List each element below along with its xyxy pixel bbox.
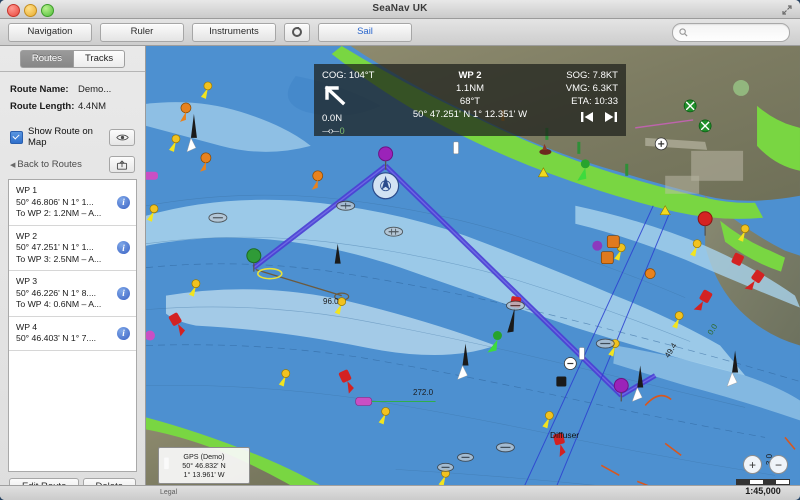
zoom-button[interactable] (41, 4, 54, 17)
list-item[interactable]: WP 3 50° 46.226' N 1° 8.... To WP 4: 0.6… (9, 271, 136, 317)
hud-bearing: 68°T (459, 96, 481, 107)
waypoint-position: 50° 47.251' N 1° 1... (16, 242, 94, 252)
share-button[interactable] (109, 156, 135, 173)
status-bar (0, 485, 800, 500)
hud-speed-panel: SOG: 7.8KT VMG: 6.3KT ETA: 10:33 (535, 64, 626, 136)
navigation-button[interactable]: Navigation (8, 22, 92, 42)
title-bar: SeaNav UK (0, 0, 800, 19)
route-length-label: Route Length: (10, 101, 75, 112)
instruments-button[interactable]: Instruments (192, 22, 276, 42)
tide-arrows-icon: ⤙⤚0 (322, 125, 345, 137)
hud-tide-value: 0 (339, 126, 345, 136)
course-arrow-icon (322, 83, 397, 110)
skip-next-icon[interactable] (604, 111, 618, 126)
hud-drift: 0.0N (322, 113, 343, 124)
search-field[interactable] (672, 23, 790, 42)
hud-cog: COG: 104°T (322, 70, 375, 81)
main-toolbar: Navigation Ruler Instruments Sail (0, 19, 800, 46)
chevron-left-icon: ◀ (10, 162, 16, 169)
hud-skip-controls (580, 111, 618, 126)
waypoint-name: WP 1 (16, 185, 38, 195)
hud-distance: 1.1NM (456, 83, 484, 94)
sail-button[interactable]: Sail (318, 22, 412, 42)
waypoint-leg: To WP 4: 0.6NM – A... (16, 299, 102, 309)
search-icon (679, 28, 688, 37)
list-item[interactable]: WP 2 50° 47.251' N 1° 1... To WP 3: 2.5N… (9, 226, 136, 271)
gear-icon (292, 27, 302, 37)
route-name-row: Route Name: Demo... (10, 84, 135, 95)
navigation-hud: COG: 104°T 0.0N ⤙⤚0 WP 2 1.1NM 68°T 50° … (314, 64, 626, 137)
settings-button[interactable] (284, 22, 310, 42)
show-route-checkbox[interactable] (10, 130, 23, 144)
close-button[interactable] (7, 4, 20, 17)
list-item[interactable]: WP 1 50° 46.806' N 1° 1... To WP 2: 1.2N… (9, 180, 136, 226)
route-length-value: 4.4NM (78, 101, 106, 112)
info-icon[interactable]: i (117, 286, 130, 300)
route-length-row: Route Length: 4.4NM (10, 101, 135, 112)
scale-bar (736, 479, 790, 485)
gps-latitude: 50° 46.832' N (182, 461, 226, 470)
map-label-diffuser: Diffuser (550, 430, 580, 440)
waypoint-name: WP 2 (16, 230, 38, 241)
main-content: Routes Tracks Route Name: Demo... Route … (0, 46, 800, 500)
eye-icon (115, 134, 129, 140)
show-route-row: Show Route on Map (0, 118, 145, 148)
gps-longitude: 1° 13.961' W (183, 470, 225, 479)
waypoint-name: WP 4 (16, 321, 38, 332)
info-icon[interactable]: i (117, 241, 130, 255)
route-info: Route Name: Demo... Route Length: 4.4NM (0, 76, 145, 118)
zoom-controls: + − (743, 455, 788, 474)
search-input[interactable] (691, 26, 779, 39)
waypoint-position: 50° 46.226' N 1° 8.... (16, 287, 97, 298)
hud-eta: ETA: 10:33 (571, 96, 618, 107)
back-to-routes-button[interactable]: ◀ Back to Routes (10, 159, 104, 170)
legal-link[interactable]: Legal (160, 489, 177, 496)
sidebar-tabs: Routes Tracks (0, 46, 145, 76)
route-name-label: Route Name: (10, 84, 69, 95)
share-export-icon (116, 159, 128, 170)
waypoint-leg: To WP 2: 1.2NM – A... (16, 208, 102, 218)
back-row: ◀ Back to Routes (0, 148, 145, 179)
chart-map[interactable]: 96.0 272.0 49.4 3.0 Diffuser 0.0 COG: 10… (146, 46, 800, 500)
scale-indicator: 1:45,000 (736, 479, 790, 496)
hud-waypoint-name: WP 2 (458, 70, 482, 81)
routes-sidebar: Routes Tracks Route Name: Demo... Route … (0, 46, 146, 500)
tab-tracks[interactable]: Tracks (72, 50, 126, 68)
scale-label: 1:45,000 (745, 486, 781, 496)
gps-title: GPS (Demo) (183, 452, 225, 461)
map-label-depth-272: 272.0 (413, 388, 434, 397)
route-name-value: Demo... (78, 84, 112, 95)
page-title: SeaNav UK (372, 3, 428, 14)
waypoint-leg: To WP 3: 2.5NM – A... (16, 253, 102, 264)
waypoint-list[interactable]: WP 1 50° 46.806' N 1° 1... To WP 2: 1.2N… (8, 179, 137, 472)
ruler-button[interactable]: Ruler (100, 22, 184, 42)
fullscreen-arrows-icon[interactable] (781, 3, 793, 15)
info-icon[interactable]: i (117, 195, 130, 209)
map-label-depth-96: 96.0 (323, 297, 339, 306)
waypoint-position: 50° 46.806' N 1° 1... (16, 196, 94, 207)
show-route-label: Show Route on Map (28, 126, 93, 148)
zoom-in-button[interactable]: + (743, 455, 762, 474)
back-to-routes-label: Back to Routes (17, 159, 82, 170)
hud-vmg: VMG: 6.3KT (565, 83, 618, 94)
gps-position-box: GPS (Demo) 50° 46.832' N 1° 13.961' W (158, 447, 250, 484)
hud-coords: 50° 47.251' N 1° 12.351' W (412, 109, 528, 120)
hud-waypoint-panel: WP 2 1.1NM 68°T 50° 47.251' N 1° 12.351'… (405, 64, 535, 136)
skip-previous-icon[interactable] (580, 111, 594, 126)
list-item[interactable]: WP 4 50° 46.403' N 1° 7.... i (9, 317, 136, 351)
visibility-toggle-button[interactable] (109, 128, 135, 146)
zoom-out-button[interactable]: − (769, 455, 788, 474)
hud-course-panel: COG: 104°T 0.0N ⤙⤚0 (314, 64, 405, 137)
hud-sog: SOG: 7.8KT (566, 70, 618, 81)
tab-routes[interactable]: Routes (19, 50, 73, 68)
app-window: SeaNav UK Navigation Ruler Instruments S… (0, 0, 800, 500)
minimize-button[interactable] (24, 4, 37, 17)
window-controls (7, 4, 54, 17)
info-icon[interactable]: i (117, 326, 130, 340)
vessel-marker (372, 172, 400, 200)
waypoint-name: WP 3 (16, 276, 38, 286)
waypoint-position: 50° 46.403' N 1° 7.... (16, 333, 97, 343)
